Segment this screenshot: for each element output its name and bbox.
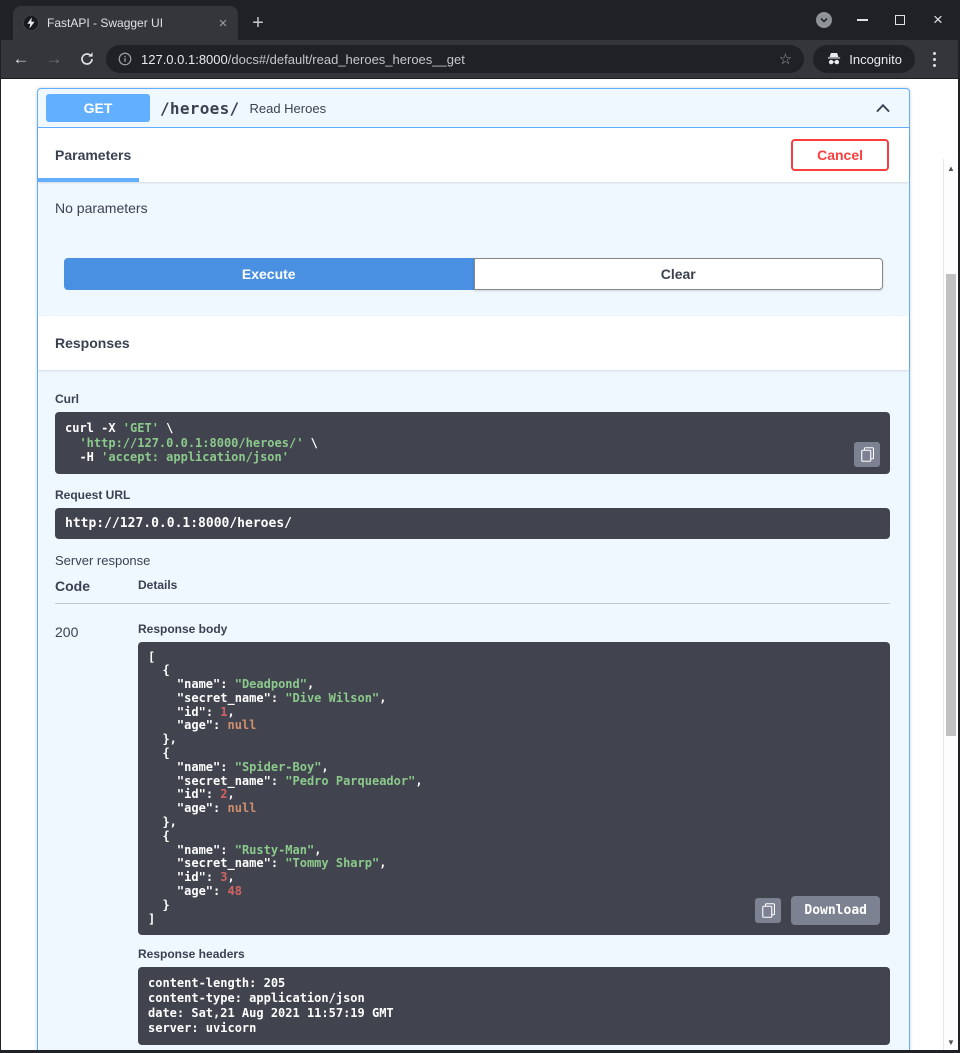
minimize-button[interactable] xyxy=(854,12,870,28)
responses-body: Curl curl -X 'GET' \ 'http://127.0.0.1:8… xyxy=(38,370,909,1053)
tab-search-icon[interactable] xyxy=(816,12,832,28)
execute-button[interactable]: Execute xyxy=(64,258,474,290)
incognito-label: Incognito xyxy=(849,52,902,67)
request-url-block: http://127.0.0.1:8000/heroes/ xyxy=(55,508,890,539)
parameters-tab-label: Parameters xyxy=(55,147,131,163)
status-code: 200 xyxy=(55,622,138,1046)
server-response-label: Server response xyxy=(55,553,890,568)
download-button[interactable]: Download xyxy=(791,896,880,925)
site-info-icon[interactable] xyxy=(118,52,132,66)
cancel-button[interactable]: Cancel xyxy=(791,139,889,171)
response-headers-label: Response headers xyxy=(138,947,890,961)
incognito-badge: Incognito xyxy=(813,45,915,73)
back-button[interactable]: ← xyxy=(7,45,35,73)
curl-command-block: curl -X 'GET' \ 'http://127.0.0.1:8000/h… xyxy=(55,412,890,474)
active-tab-underline xyxy=(38,178,139,182)
browser-toolbar: ← → 127.0.0.1:8000/docs#/default/read_he… xyxy=(1,40,958,79)
http-method-badge: GET xyxy=(46,94,150,122)
tab-close-icon[interactable]: × xyxy=(214,14,232,32)
collapse-chevron-icon[interactable] xyxy=(873,98,893,118)
details-column-header: Details xyxy=(138,578,890,594)
incognito-icon xyxy=(826,51,842,67)
curl-label: Curl xyxy=(55,392,890,406)
response-table-header: Code Details xyxy=(55,578,890,604)
url-path: /docs#/default/read_heroes_heroes__get xyxy=(228,52,465,67)
response-body-label: Response body xyxy=(138,622,890,636)
execute-button-group: Execute Clear xyxy=(64,258,883,290)
browser-window: FastAPI - Swagger UI × + × ← → xyxy=(0,0,960,1053)
operation-path: /heroes/ xyxy=(160,99,239,118)
response-headers-code: content-length: 205content-type: applica… xyxy=(148,976,880,1036)
tab-strip: FastAPI - Swagger UI × + × xyxy=(1,0,958,40)
response-body-code: [ { "name": "Deadpond", "secret_name": "… xyxy=(148,651,880,927)
bookmark-star-icon[interactable]: ☆ xyxy=(779,50,792,68)
page-scrollbar[interactable]: ▲ ▼ xyxy=(943,159,958,1053)
parameters-body: No parameters Execute Clear xyxy=(38,182,909,316)
scrollbar-up-arrow[interactable]: ▲ xyxy=(944,162,958,176)
tab-parameters[interactable]: Parameters xyxy=(55,147,131,163)
window-controls: × xyxy=(816,0,946,40)
copy-curl-button[interactable] xyxy=(854,442,880,467)
response-headers-block: content-length: 205content-type: applica… xyxy=(138,967,890,1045)
responses-title: Responses xyxy=(55,335,130,351)
response-row-200: 200 Response body [ { "name": "Deadpond"… xyxy=(55,604,890,1046)
response-body-controls: Download xyxy=(755,896,880,925)
browser-tab[interactable]: FastAPI - Swagger UI × xyxy=(13,6,238,40)
maximize-button[interactable] xyxy=(892,12,908,28)
server-response-table: Code Details 200 Response body [ { "name… xyxy=(55,578,890,1046)
address-bar[interactable]: 127.0.0.1:8000/docs#/default/read_heroes… xyxy=(106,45,804,73)
request-url-value: http://127.0.0.1:8000/heroes/ xyxy=(65,516,292,531)
fastapi-favicon-icon xyxy=(23,15,39,31)
clear-button[interactable]: Clear xyxy=(474,258,884,290)
no-parameters-text: No parameters xyxy=(55,200,892,216)
curl-command-code: curl -X 'GET' \ 'http://127.0.0.1:8000/h… xyxy=(65,421,844,465)
code-column-header: Code xyxy=(55,578,138,594)
reload-button[interactable] xyxy=(73,45,101,73)
operation-summary: Read Heroes xyxy=(249,101,863,116)
close-window-button[interactable]: × xyxy=(930,12,946,28)
tab-title: FastAPI - Swagger UI xyxy=(47,16,206,30)
request-url-label: Request URL xyxy=(55,488,890,502)
opblock-summary[interactable]: GET /heroes/ Read Heroes xyxy=(38,89,909,128)
responses-header: Responses xyxy=(38,316,909,370)
menu-kebab-icon[interactable] xyxy=(920,45,948,73)
url-host: 127.0.0.1:8000 xyxy=(141,52,228,67)
scrollbar-down-arrow[interactable]: ▼ xyxy=(944,1036,958,1050)
opblock-get-heroes: GET /heroes/ Read Heroes Parameters Canc… xyxy=(37,88,910,1053)
forward-button[interactable]: → xyxy=(40,45,68,73)
copy-response-button[interactable] xyxy=(755,898,781,923)
parameters-header: Parameters Cancel xyxy=(38,128,909,182)
response-details-cell: Response body [ { "name": "Deadpond", "s… xyxy=(138,622,890,1046)
new-tab-button[interactable]: + xyxy=(244,9,272,37)
swagger-page: GET /heroes/ Read Heroes Parameters Canc… xyxy=(1,79,958,1053)
response-body-block: [ { "name": "Deadpond", "secret_name": "… xyxy=(138,642,890,936)
scrollbar-thumb[interactable] xyxy=(946,274,956,736)
url-text: 127.0.0.1:8000/docs#/default/read_heroes… xyxy=(141,52,770,67)
